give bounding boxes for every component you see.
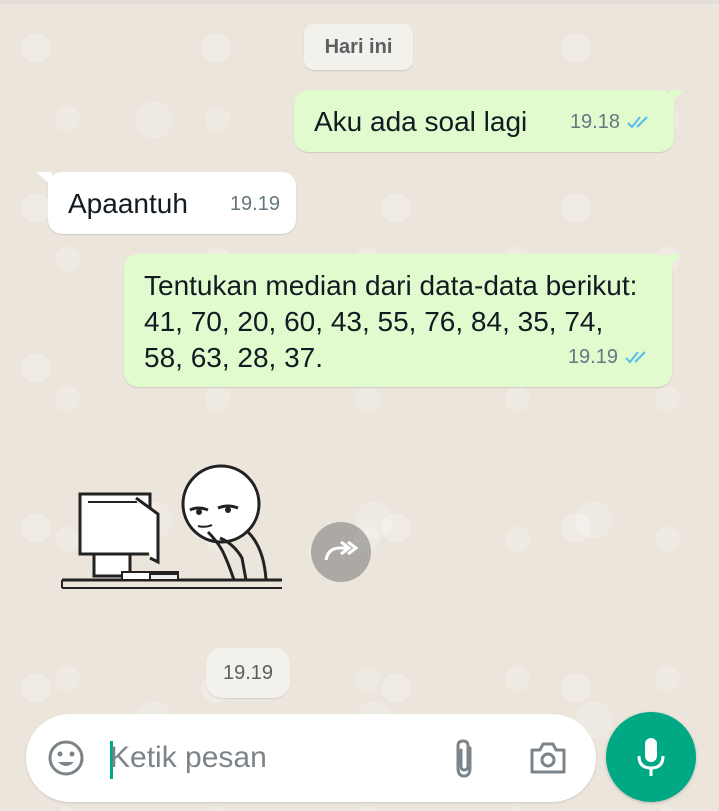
message-input[interactable] [110, 732, 430, 784]
thinking-at-computer-sticker[interactable] [58, 462, 284, 596]
message-outgoing[interactable]: Tentukan median dari data-data berikut: … [124, 254, 682, 387]
message-text: Aku ada soal lagi [314, 106, 528, 137]
message-meta: 19.19 [568, 339, 654, 375]
mic-button[interactable] [606, 712, 696, 802]
message-time: 19.18 [569, 111, 620, 133]
microphone-icon [637, 738, 665, 776]
message-meta: 19.19 [230, 186, 280, 222]
previous-message-edge [0, 0, 719, 4]
date-divider: Hari ini [304, 24, 413, 70]
read-ticks-icon [627, 116, 648, 129]
smiley-icon[interactable] [46, 738, 86, 778]
message-text: Apaantuh [68, 188, 188, 219]
message-incoming[interactable]: Apaantuh 19.19 [36, 172, 296, 234]
message-meta: 19.18 [570, 104, 656, 140]
paperclip-icon[interactable] [450, 738, 480, 780]
read-ticks-icon [625, 351, 646, 364]
message-outgoing[interactable]: Aku ada soal lagi 19.18 [294, 90, 684, 152]
message-time: 19.19 [567, 346, 618, 368]
forward-button[interactable] [311, 522, 371, 582]
message-time: 19.19 [206, 648, 290, 698]
camera-icon[interactable] [528, 740, 568, 776]
message-composer [26, 714, 596, 802]
forward-arrow-icon [324, 540, 358, 561]
message-time: 19.19 [229, 193, 280, 215]
